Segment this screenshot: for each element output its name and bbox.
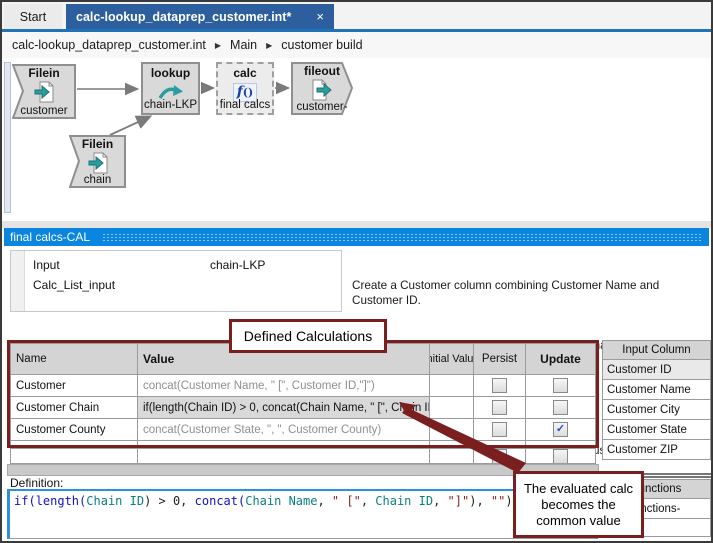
breadcrumb-item-file[interactable]: calc-lookup_dataprep_customer.int	[12, 38, 206, 52]
persist-cell	[474, 449, 526, 464]
close-icon[interactable]: ×	[316, 9, 324, 24]
tab-active-document[interactable]: calc-lookup_dataprep_customer.int* ×	[66, 4, 334, 29]
list-item[interactable]: Customer Name	[602, 380, 711, 400]
initial-value-cell[interactable]	[430, 441, 474, 449]
calc-name-cell[interactable]	[10, 441, 138, 449]
file-in-icon	[12, 80, 76, 104]
property-value[interactable]: chain-LKP	[210, 258, 341, 272]
update-checkbox[interactable]	[553, 378, 568, 393]
properties-gutter	[11, 251, 25, 311]
table-row: Customer Chain if(length(Chain ID) > 0, …	[10, 397, 596, 419]
update-checkbox[interactable]	[553, 449, 568, 464]
col-header-update[interactable]: Update	[526, 343, 596, 375]
persist-checkbox[interactable]	[492, 400, 507, 415]
update-cell	[526, 449, 596, 464]
property-row-input[interactable]: Input chain-LKP	[25, 255, 341, 275]
tab-active-label: calc-lookup_dataprep_customer.int*	[76, 10, 291, 24]
breadcrumb-item-customer-build[interactable]: customer build	[281, 38, 362, 52]
callout-line: The evaluated calc	[524, 481, 633, 497]
table-row: Customer County concat(Customer State, "…	[10, 419, 596, 441]
node-lookup[interactable]: lookup chain-LKP	[141, 62, 200, 115]
calc-name-cell[interactable]: Customer	[10, 375, 138, 397]
callout-evaluated-calc: The evaluated calc becomes the common va…	[513, 471, 644, 538]
persist-checkbox[interactable]	[492, 422, 507, 437]
persist-checkbox[interactable]	[492, 449, 507, 464]
calc-value-cell-selected[interactable]: if(length(Chain ID) > 0, concat(Chain Na…	[138, 397, 430, 419]
initial-value-cell[interactable]	[430, 375, 474, 397]
cal-panel-title: final calcs-CAL	[10, 230, 90, 244]
update-checkbox[interactable]	[553, 400, 568, 415]
initial-value-cell[interactable]	[430, 449, 474, 464]
node-filein-chain[interactable]: Filein chain	[69, 135, 126, 188]
node-calc[interactable]: calc f() final calcs	[216, 62, 274, 115]
description-line: Create a Customer column combining Custo…	[352, 278, 710, 308]
node-filein-customer[interactable]: Filein customer	[12, 64, 76, 119]
calc-name-cell[interactable]	[10, 449, 138, 464]
node-name-label: chain	[69, 174, 126, 186]
node-type-label: Filein	[69, 137, 126, 151]
cal-panel-header[interactable]: final calcs-CAL	[4, 228, 709, 246]
calc-name-cell[interactable]: Customer Chain	[10, 397, 138, 419]
breadcrumb-item-main[interactable]: Main	[230, 38, 257, 52]
canvas-left-strip	[4, 62, 11, 213]
property-label: Calc_List_input	[25, 278, 210, 292]
callout-defined-calculations: Defined Calculations	[229, 319, 387, 353]
col-header-persist[interactable]: Persist	[474, 343, 526, 375]
persist-cell[interactable]	[474, 441, 526, 449]
calc-value-cell[interactable]: concat(Customer Name, " [", Customer ID,…	[138, 375, 430, 397]
persist-cell	[474, 419, 526, 441]
breadcrumb: calc-lookup_dataprep_customer.int ▶ Main…	[2, 32, 711, 58]
col-header-name[interactable]: Name	[10, 343, 138, 375]
node-type-label: fileout	[291, 64, 353, 78]
app-window: Start calc-lookup_dataprep_customer.int*…	[0, 0, 713, 543]
node-type-label: calc	[218, 66, 272, 80]
file-in-icon	[69, 151, 126, 175]
table-scrollbar-strip[interactable]	[7, 464, 599, 476]
update-cell	[526, 375, 596, 397]
callout-line: becomes the	[541, 497, 615, 513]
input-column-header: Input Column	[602, 340, 711, 360]
persist-checkbox[interactable]	[492, 378, 507, 393]
node-type-label: Filein	[12, 66, 76, 80]
file-out-icon	[291, 78, 353, 102]
calc-value-cell[interactable]	[138, 441, 430, 449]
persist-cell	[474, 375, 526, 397]
calc-value-cell[interactable]: concat(Customer State, ", ", Customer Co…	[138, 419, 430, 441]
list-item[interactable]: Customer City	[602, 400, 711, 420]
table-row	[10, 449, 596, 464]
update-checkbox-checked[interactable]: ✓	[553, 422, 568, 437]
node-name-label: chain-LKP	[143, 99, 198, 111]
node-type-label: lookup	[143, 66, 198, 80]
persist-cell	[474, 397, 526, 419]
node-name-label: customer-	[291, 101, 353, 113]
node-name-label: customer	[12, 105, 76, 117]
properties-grid: Input chain-LKP Calc_List_input	[10, 250, 342, 312]
node-name-label: final calcs	[218, 99, 272, 111]
chevron-right-icon: ▶	[266, 41, 272, 50]
chevron-right-icon: ▶	[215, 41, 221, 50]
initial-value-cell[interactable]	[430, 419, 474, 441]
update-cell	[526, 397, 596, 419]
definition-label: Definition:	[10, 476, 63, 490]
tab-start[interactable]: Start	[4, 4, 62, 29]
list-item[interactable]: Customer State	[602, 420, 711, 440]
property-label: Input	[25, 258, 210, 272]
property-row-calc-list-input[interactable]: Calc_List_input	[25, 275, 341, 295]
callout-text: Defined Calculations	[244, 328, 372, 344]
initial-value-cell[interactable]	[430, 397, 474, 419]
definition-editor[interactable]: if(length(Chain ID) > 0, concat(Chain Na…	[7, 489, 598, 539]
list-item[interactable]: Customer ZIP	[602, 440, 711, 460]
table-row: Customer concat(Customer Name, " [", Cus…	[10, 375, 596, 397]
table-row	[10, 441, 596, 449]
section-divider	[2, 221, 711, 228]
update-cell[interactable]	[526, 441, 596, 449]
callout-line: common value	[536, 513, 621, 529]
calc-name-cell[interactable]: Customer County	[10, 419, 138, 441]
node-fileout-customer[interactable]: fileout customer-	[291, 62, 353, 115]
calc-value-cell[interactable]	[138, 449, 430, 464]
col-header-initial-value[interactable]: Initial Value	[430, 343, 474, 375]
update-cell: ✓	[526, 419, 596, 441]
drag-handle-dots	[102, 233, 703, 242]
list-item[interactable]: Customer ID	[602, 360, 711, 380]
